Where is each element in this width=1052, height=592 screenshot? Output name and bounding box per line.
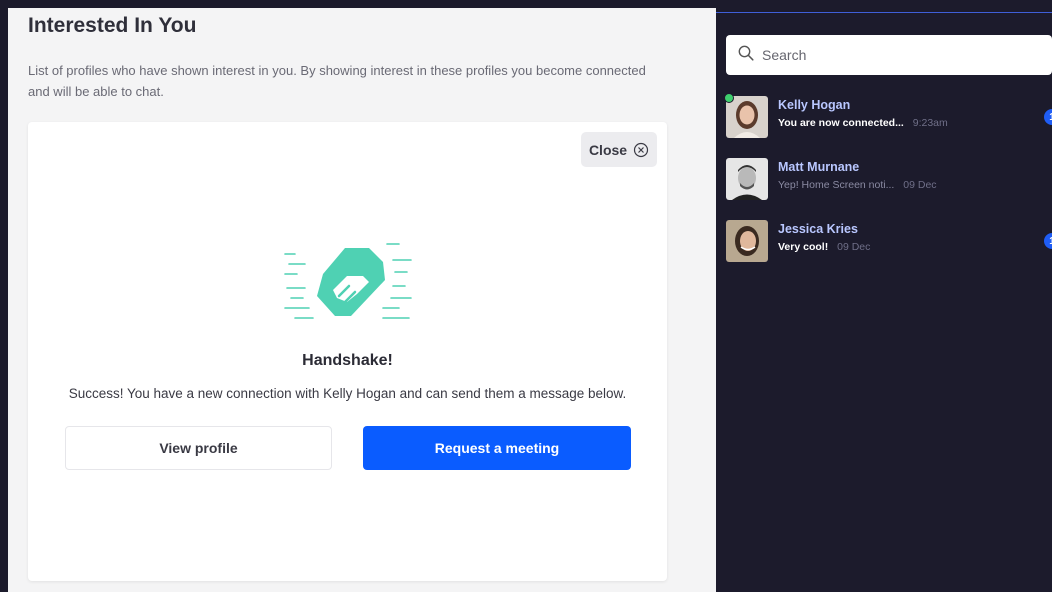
conversation-preview-line: You are now connected... 9:23am: [778, 117, 948, 129]
avatar: [726, 158, 768, 200]
online-status-dot: [724, 93, 734, 103]
conversation-name: Matt Murnane: [778, 160, 860, 174]
conversation-item[interactable]: Jessica Kries Very cool! 09 Dec 1: [726, 220, 1052, 266]
search-icon: [738, 45, 754, 66]
unread-badge: 1: [1044, 109, 1052, 125]
modal-title: Handshake!: [302, 352, 393, 369]
handshake-modal: Close Handshake! Success! You have a new…: [28, 122, 667, 581]
page-title: Interested In You: [28, 14, 197, 37]
window-edge: [0, 0, 8, 592]
close-button[interactable]: Close: [581, 132, 657, 167]
conversation-time: 09 Dec: [903, 179, 937, 191]
conversation-name: Kelly Hogan: [778, 98, 851, 112]
main-panel: Interested In You List of profiles who h…: [8, 8, 716, 592]
chat-sidebar: Kelly Hogan You are now connected... 9:2…: [716, 0, 1052, 592]
conversation-time: 09 Dec: [837, 241, 871, 253]
unread-badge: 1: [1044, 233, 1052, 249]
close-label: Close: [588, 141, 628, 158]
conversation-preview-line: Very cool! 09 Dec: [778, 241, 870, 253]
avatar: [726, 220, 768, 262]
conversation-preview-line: Yep! Home Screen noti... 09 Dec: [778, 179, 937, 191]
conversation-item[interactable]: Kelly Hogan You are now connected... 9:2…: [724, 93, 1052, 142]
handshake-icon: [283, 240, 413, 330]
conversation-name: Jessica Kries: [778, 222, 858, 236]
search-input[interactable]: [762, 47, 1022, 63]
view-profile-button[interactable]: View profile: [65, 426, 332, 470]
conversation-item[interactable]: Matt Murnane Yep! Home Screen noti... 09…: [726, 158, 1052, 204]
close-circle-icon: [633, 142, 649, 158]
modal-message: Success! You have a new connection with …: [68, 386, 627, 401]
avatar: [726, 96, 768, 138]
conversation-preview: You are now connected...: [778, 117, 904, 129]
page-description: List of profiles who have shown interest…: [28, 63, 646, 99]
conversation-preview: Yep! Home Screen noti...: [778, 179, 895, 191]
request-meeting-button[interactable]: Request a meeting: [363, 426, 631, 470]
sidebar-divider: [716, 12, 1052, 13]
search-box[interactable]: [726, 35, 1052, 75]
conversation-time: 9:23am: [912, 117, 948, 129]
conversation-preview: Very cool!: [778, 241, 829, 253]
